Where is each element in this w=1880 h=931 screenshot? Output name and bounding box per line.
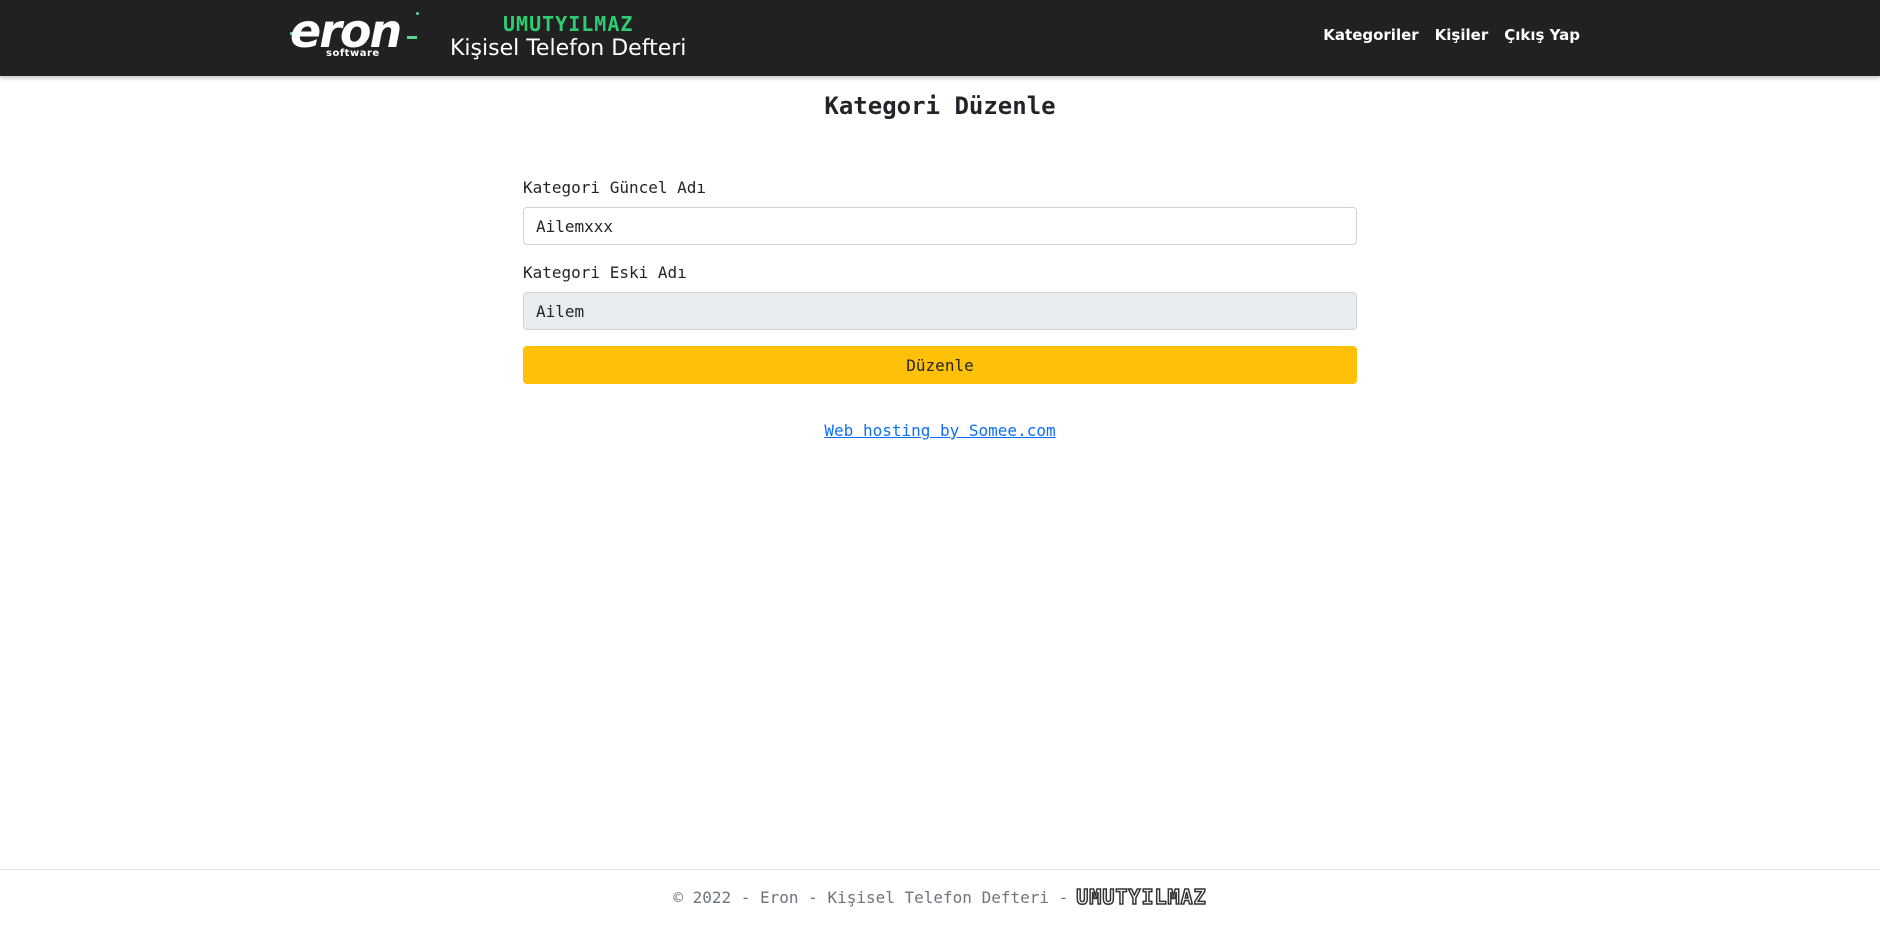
- logo-dot: [416, 12, 419, 15]
- footer-author-logo: UMUTYILMAZ: [1076, 885, 1207, 909]
- brand-link[interactable]: eron software UMUTYILMAZ Kişisel Telefon…: [290, 4, 686, 66]
- old-name-group: Kategori Eski Adı: [523, 263, 1357, 330]
- hosting-link[interactable]: Web hosting by Somee.com: [824, 421, 1055, 440]
- nav-link-cikis-yap[interactable]: Çıkış Yap: [1504, 26, 1580, 44]
- navbar: eron software UMUTYILMAZ Kişisel Telefon…: [0, 0, 1880, 76]
- edit-category-form: Kategori Güncel Adı Kategori Eski Adı Dü…: [523, 178, 1357, 384]
- edit-button[interactable]: Düzenle: [523, 346, 1357, 384]
- nav-link-kategoriler[interactable]: Kategoriler: [1323, 26, 1418, 44]
- page-title: Kategori Düzenle: [824, 92, 1056, 120]
- new-name-input[interactable]: [523, 207, 1357, 245]
- nav-links: Kategoriler Kişiler Çıkış Yap: [1323, 26, 1580, 44]
- app-title-block: UMUTYILMAZ Kişisel Telefon Defteri: [450, 13, 686, 63]
- nav-link-kisiler[interactable]: Kişiler: [1435, 26, 1489, 44]
- footer-text: © 2022 - Eron - Kişisel Telefon Defteri …: [673, 888, 1069, 907]
- app-title: Kişisel Telefon Defteri: [450, 36, 687, 61]
- new-name-label: Kategori Güncel Adı: [523, 178, 707, 197]
- old-name-label: Kategori Eski Adı: [523, 263, 687, 282]
- hosting-link-container: Web hosting by Somee.com: [0, 421, 1880, 440]
- footer: © 2022 - Eron - Kişisel Telefon Defteri …: [0, 869, 1880, 931]
- logo-accent: [407, 36, 417, 39]
- eron-logo: eron software: [290, 4, 422, 66]
- old-name-input: [523, 292, 1357, 330]
- author-logo: UMUTYILMAZ: [502, 12, 634, 36]
- logo-subtext: software: [326, 48, 380, 59]
- new-name-group: Kategori Güncel Adı: [523, 178, 1357, 245]
